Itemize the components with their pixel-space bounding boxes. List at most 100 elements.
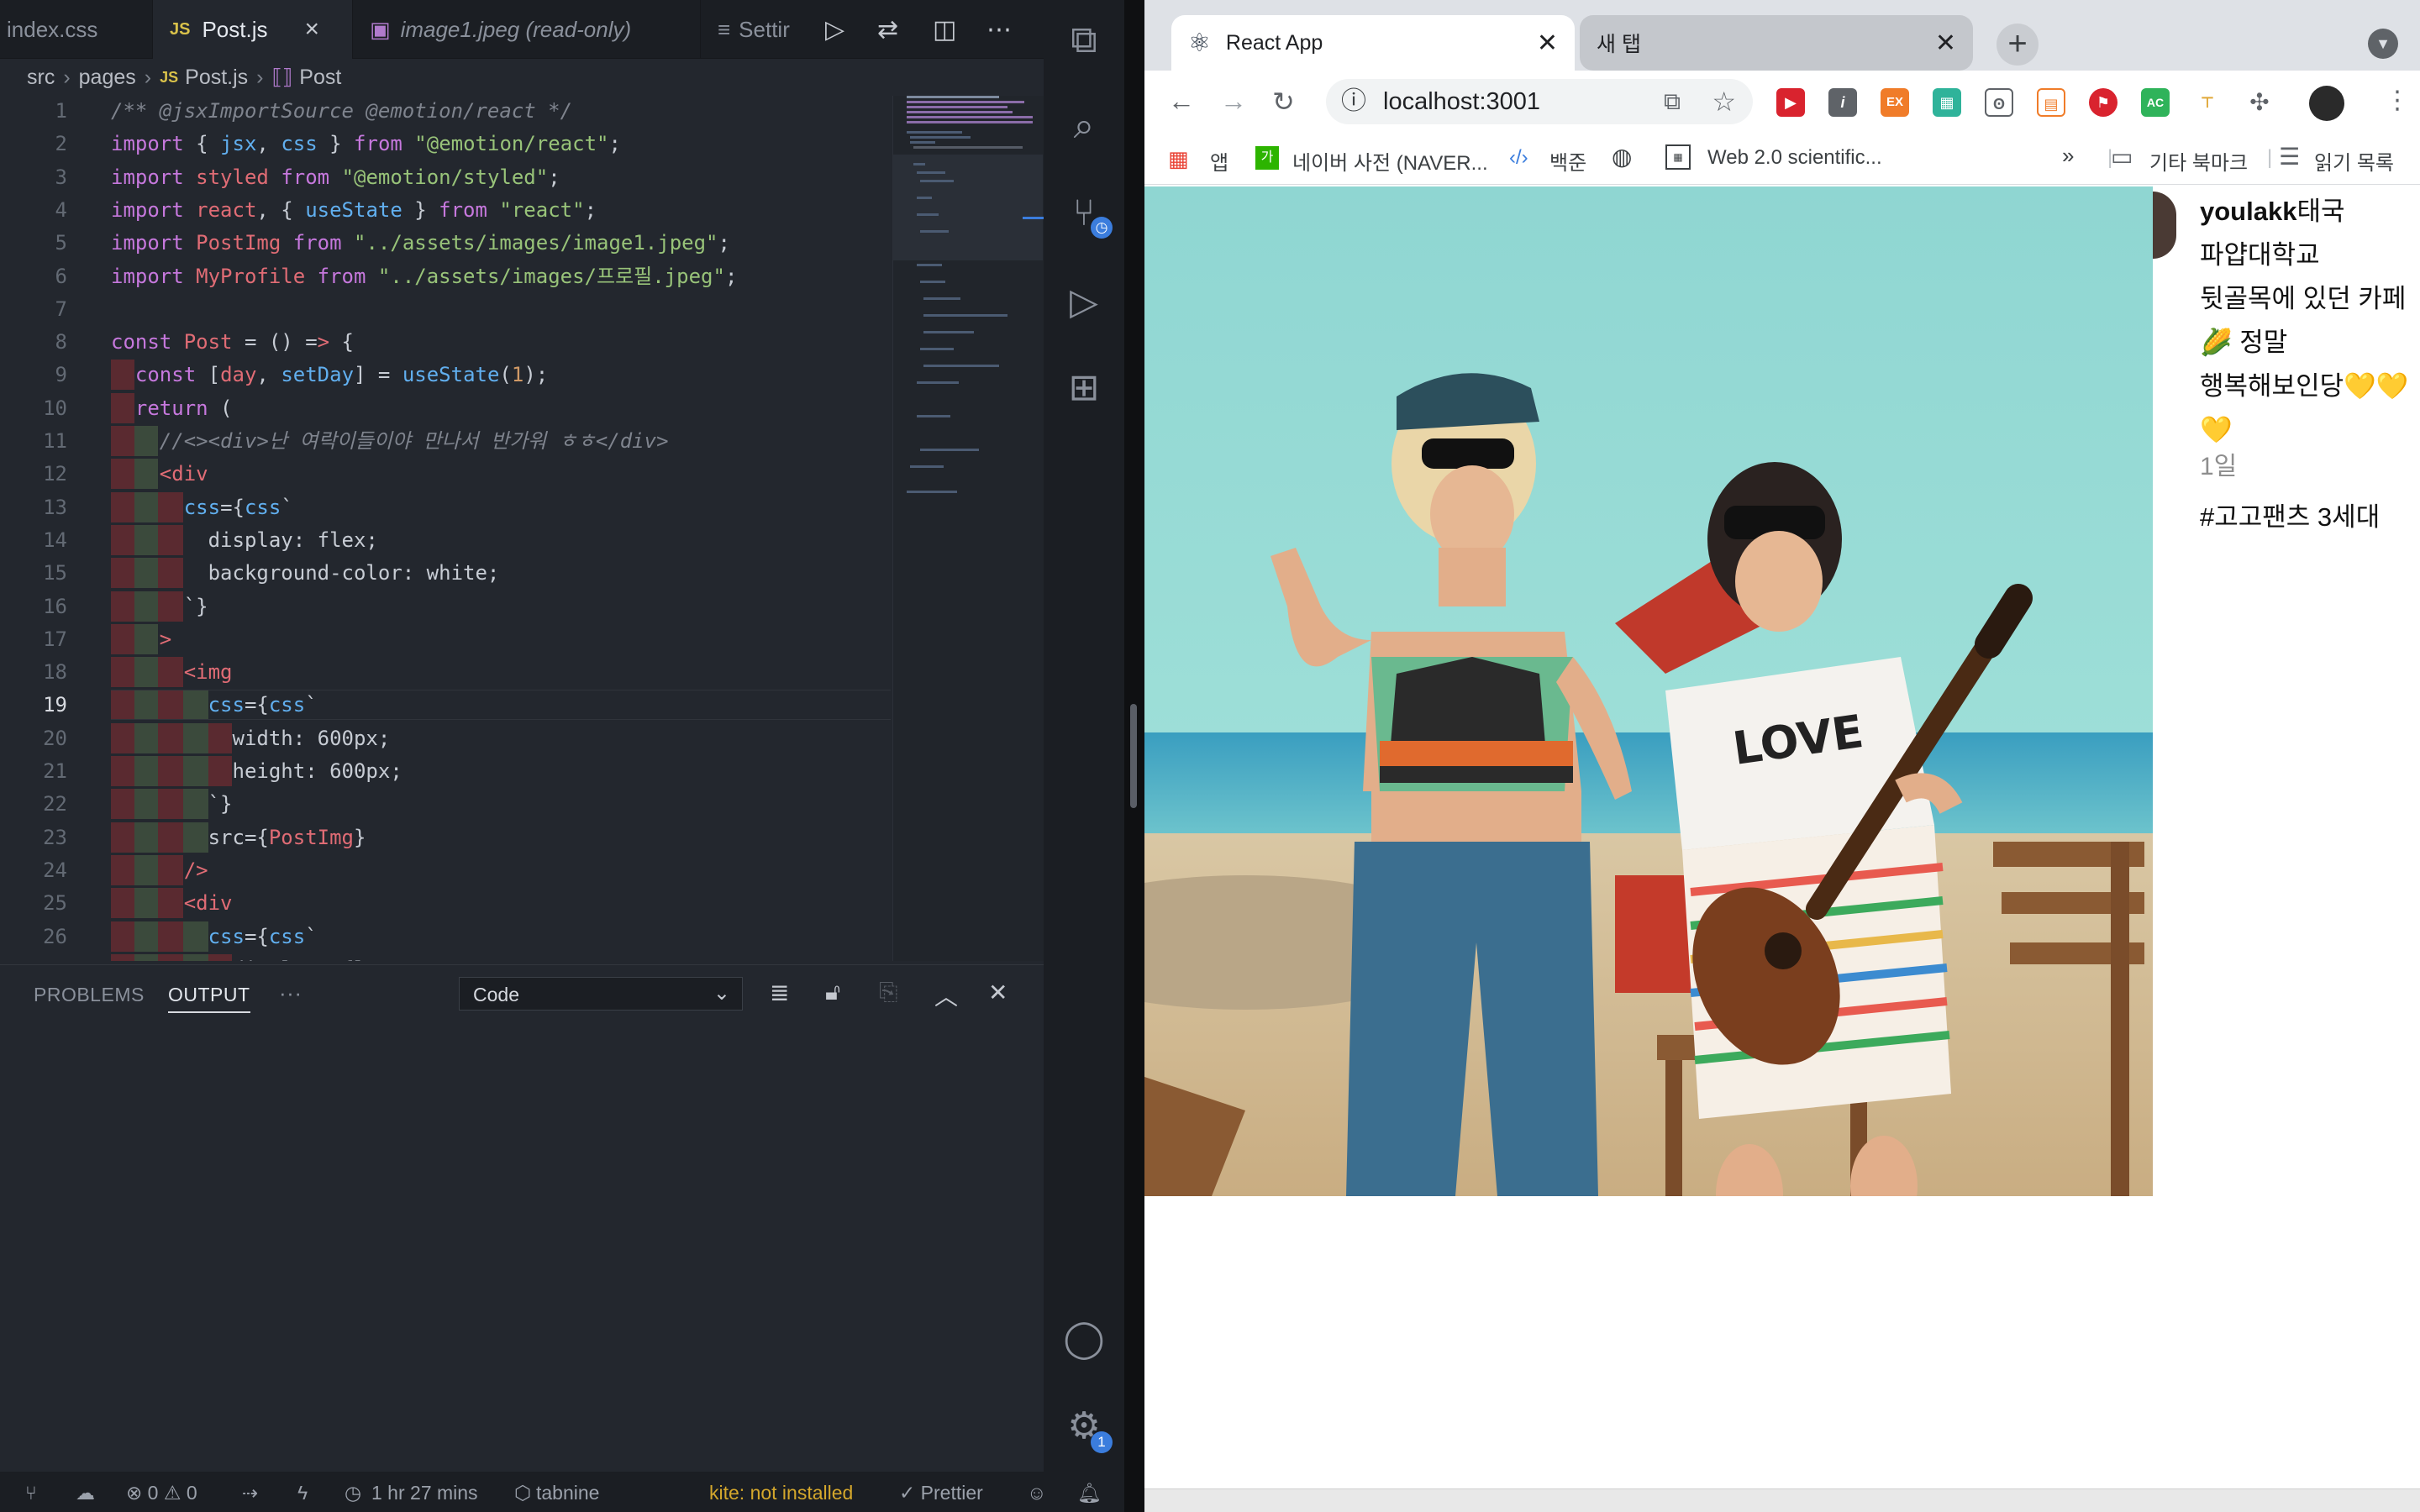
chrome-menu-icon[interactable]: ⋮: [2385, 86, 2410, 115]
code-line[interactable]: 14 display: flex;: [0, 524, 891, 555]
tab-post-js[interactable]: JS Post.js ×: [153, 0, 353, 59]
resize-handle[interactable]: [1130, 704, 1137, 808]
prettier-status[interactable]: ✓ Prettier: [899, 1482, 983, 1504]
split-editor-icon[interactable]: ◫: [933, 15, 956, 45]
code-line[interactable]: 10 return (: [0, 392, 891, 423]
code-line[interactable]: 9 const [day, setDay] = useState(1);: [0, 360, 891, 391]
tab-search-button[interactable]: ▼: [2368, 29, 2398, 59]
output-channel-select[interactable]: Code ⌄: [459, 977, 743, 1011]
extension-layout-icon[interactable]: ▤: [2037, 88, 2065, 117]
bookmarks-overflow[interactable]: »: [2062, 143, 2074, 169]
code-line[interactable]: 2 import { jsx, css } from "@emotion/reac…: [0, 129, 891, 159]
code-line[interactable]: 19 css={css`: [0, 690, 891, 721]
extensions-puzzle-icon[interactable]: ✣: [2245, 88, 2274, 117]
code-line[interactable]: 8 const Post = () => {: [0, 327, 891, 357]
tabnine-label[interactable]: tabnine: [536, 1482, 599, 1504]
explorer-icon[interactable]: ⧉: [1062, 18, 1106, 62]
code-line[interactable]: 24 />: [0, 854, 891, 885]
code-line[interactable]: 25 <div: [0, 888, 891, 919]
browser-tab-new-tab[interactable]: 새 탭 ✕: [1580, 15, 1973, 71]
code-line[interactable]: 23 src={PostImg}: [0, 822, 891, 853]
forward-icon[interactable]: →: [1220, 86, 1247, 117]
code-line[interactable]: 13 css={css`: [0, 491, 891, 522]
extension-pin-icon[interactable]: ⊤: [2193, 88, 2222, 117]
code-line[interactable]: 12 <div: [0, 459, 891, 490]
post-username[interactable]: youlakk: [2200, 197, 2296, 226]
close-tab-icon[interactable]: ✕: [1935, 29, 1956, 58]
search-icon[interactable]: ⌕: [1062, 104, 1106, 148]
extension-ac-icon[interactable]: AC: [2141, 88, 2170, 117]
code-line[interactable]: 26 css={css`: [0, 921, 891, 952]
code-line[interactable]: 21 height: 600px;: [0, 756, 891, 786]
bookmark-web2-calc[interactable]: Web 2.0 scientific...: [1707, 146, 1882, 170]
code-line[interactable]: 11 //<><div>난 여락이들이야 만나서 반가워 ㅎㅎ</div>: [0, 426, 891, 456]
browser-tab-react-app[interactable]: ⚛ React App ✕: [1171, 15, 1575, 71]
bookmark-baekjoon[interactable]: 백준: [1549, 146, 1586, 176]
maximize-panel-icon[interactable]: ︿: [934, 979, 958, 1012]
code-line[interactable]: 16 `}: [0, 591, 891, 622]
code-line[interactable]: 22 `}: [0, 789, 891, 820]
code-line[interactable]: 1 /** @jsxImportSource @emotion/react */: [0, 96, 891, 126]
info-icon[interactable]: ⓘ: [1341, 79, 1366, 124]
breadcrumb-item[interactable]: pages: [79, 66, 136, 90]
extension-red-icon[interactable]: ⚑: [2089, 88, 2118, 117]
reading-list[interactable]: 읽기 목록: [2314, 146, 2394, 176]
extension-owl-icon[interactable]: ʘ: [1985, 88, 2013, 117]
extension-ex-icon[interactable]: EX: [1881, 88, 1909, 117]
back-icon[interactable]: ←: [1168, 86, 1195, 117]
profile-avatar[interactable]: [2309, 86, 2344, 121]
other-bookmarks[interactable]: 기타 북마크: [2149, 146, 2248, 176]
lock-scroll-icon[interactable]: 🔓︎: [825, 979, 840, 1006]
code-line[interactable]: 20 width: 600px;: [0, 722, 891, 753]
code-line[interactable]: 17 >: [0, 623, 891, 654]
bookmark-naver-dict[interactable]: 네이버 사전 (NAVER...: [1292, 146, 1488, 176]
panel-more-icon[interactable]: ···: [279, 980, 302, 1006]
code-editor[interactable]: 1 /** @jsxImportSource @emotion/react */ 2…: [0, 96, 891, 961]
code-line[interactable]: 7: [0, 294, 891, 324]
new-tab-button[interactable]: +: [1996, 24, 2039, 66]
run-debug-icon[interactable]: ▷: [1062, 281, 1106, 324]
problems-count[interactable]: ⊗ 0 ⚠ 0: [126, 1482, 197, 1504]
breadcrumb-item[interactable]: Post.js: [185, 66, 248, 90]
notifications-icon[interactable]: 🔔︎: [1077, 1482, 1102, 1504]
reload-icon[interactable]: ↻: [1272, 86, 1295, 118]
code-line[interactable]: 4 import react, { useState } from "react"…: [0, 195, 891, 225]
minimap[interactable]: [892, 96, 1044, 961]
address-bar[interactable]: ⓘ localhost:3001 ⧉ ☆: [1326, 79, 1753, 124]
code-line[interactable]: 3 import styled from "@emotion/styled";: [0, 162, 891, 192]
close-tab-icon[interactable]: ×: [305, 15, 320, 44]
extensions-icon[interactable]: ⊞: [1062, 366, 1106, 410]
account-icon[interactable]: ◯: [1062, 1317, 1106, 1361]
breadcrumb-item[interactable]: src: [27, 66, 55, 90]
tab-settings[interactable]: ≡ Settir: [701, 0, 812, 59]
run-icon[interactable]: ▷: [825, 15, 844, 45]
open-changes-icon[interactable]: ⇄: [877, 15, 898, 45]
star-icon[interactable]: ☆: [1712, 79, 1736, 124]
translate-icon[interactable]: ⧉: [1664, 79, 1681, 124]
code-line[interactable]: 27 display: flex;: [0, 953, 891, 961]
bookmark-apps[interactable]: 앱: [1210, 146, 1228, 176]
more-actions-icon[interactable]: ⋯: [986, 15, 1012, 45]
tab-output[interactable]: OUTPUT: [168, 984, 250, 1013]
extension-info-icon[interactable]: i: [1828, 88, 1857, 117]
code-line[interactable]: 18 <img: [0, 657, 891, 688]
kite-status[interactable]: kite: not installed: [709, 1482, 853, 1504]
branch-icon[interactable]: ⑂: [25, 1482, 37, 1504]
close-panel-icon[interactable]: ✕: [988, 979, 1007, 1006]
code-line[interactable]: 15 background-color: white;: [0, 558, 891, 589]
clear-output-icon[interactable]: ≣: [770, 979, 789, 1006]
bolt-icon[interactable]: ϟ: [297, 1482, 308, 1504]
feedback-icon[interactable]: ☺: [1027, 1482, 1046, 1504]
code-line[interactable]: 5 import PostImg from "../assets/images/i…: [0, 228, 891, 258]
extension-hbl-icon[interactable]: ▦: [1933, 88, 1961, 117]
sync-icon[interactable]: ☁: [76, 1482, 95, 1504]
live-share-icon[interactable]: ⇢: [242, 1482, 258, 1504]
tab-index-css[interactable]: index.css: [0, 0, 153, 59]
tab-image1-jpeg[interactable]: ▣ image1.jpeg (read-only): [353, 0, 701, 59]
close-tab-icon[interactable]: ✕: [1537, 29, 1558, 58]
coding-time[interactable]: 1 hr 27 mins: [371, 1482, 478, 1504]
extension-media-icon[interactable]: ▶: [1776, 88, 1805, 117]
code-line[interactable]: 6 import MyProfile from "../assets/images…: [0, 261, 891, 291]
tab-problems[interactable]: PROBLEMS: [34, 984, 145, 1006]
breadcrumb-item[interactable]: Post: [299, 66, 341, 90]
